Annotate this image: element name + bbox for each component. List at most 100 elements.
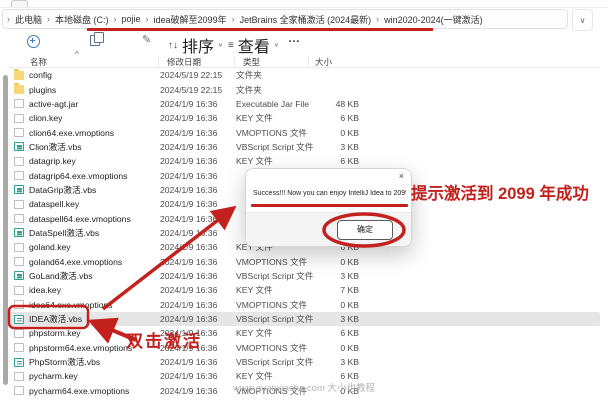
- file-explorer-window: › 此电脑 › 本地磁盘 (C:) › pojie › idea破解至2099年 › JetBra…: [0, 0, 608, 400]
- file-icon: [14, 157, 24, 166]
- file-row[interactable]: datagrip.key2024/1/9 16:36KEY 文件6 KB: [8, 154, 600, 168]
- file-row[interactable]: IDEA激活.vbs2024/1/9 16:36VBScript Script …: [8, 312, 600, 326]
- more-options-button[interactable]: …: [288, 31, 301, 45]
- file-icon: [14, 200, 24, 209]
- file-size: 0 KB: [313, 257, 361, 267]
- message-underline-annotation: [251, 204, 408, 207]
- file-icon: [14, 329, 24, 338]
- file-name: phpstorm.key: [29, 328, 160, 338]
- file-date: 2024/1/9 16:36: [160, 371, 236, 381]
- file-date: 2024/1/9 16:36: [160, 300, 236, 310]
- file-row[interactable]: active-agt.jar2024/1/9 16:36Executable J…: [8, 97, 600, 111]
- file-row[interactable]: PhpStorm激活.vbs2024/1/9 16:36VBScript Scr…: [8, 355, 600, 369]
- column-divider[interactable]: [158, 56, 159, 67]
- file-icon: [14, 286, 24, 295]
- file-date: 2024/1/9 16:36: [160, 113, 236, 123]
- file-row[interactable]: GoLand激活.vbs2024/1/9 16:36VBScript Scrip…: [8, 269, 600, 283]
- file-date: 2024/1/9 16:36: [160, 314, 236, 324]
- file-icon: [14, 99, 24, 108]
- file-row[interactable]: config2024/5/19 22:15文件夹: [8, 68, 600, 82]
- file-name: datagrip64.exe.vmoptions: [29, 171, 160, 181]
- file-name: idea.key: [29, 285, 160, 295]
- column-divider[interactable]: [308, 56, 309, 67]
- file-date: 2024/1/9 16:36: [160, 156, 236, 166]
- file-size: 6 KB: [313, 156, 361, 166]
- breadcrumb-item[interactable]: 本地磁盘 (C:): [55, 13, 109, 26]
- address-dropdown-icon: ∨: [580, 16, 586, 25]
- file-size: 6 KB: [313, 328, 361, 338]
- file-type: KEY 文件: [236, 284, 313, 296]
- address-dropdown-button[interactable]: ∨: [572, 9, 593, 31]
- view-button[interactable]: ≡ 查看 ∨: [228, 33, 279, 57]
- file-date: 2024/1/9 16:36: [160, 214, 236, 224]
- vbscript-file-icon: [14, 358, 24, 367]
- breadcrumb-separator-icon: ›: [7, 14, 10, 24]
- file-icon: [14, 372, 24, 381]
- file-icon: [14, 214, 24, 223]
- file-type: 文件夹: [236, 84, 313, 96]
- file-name: phpstorm64.exe.vmoptions: [29, 343, 160, 353]
- breadcrumb-item[interactable]: JetBrains 全家桶激活 (2024最新): [240, 13, 372, 26]
- vbscript-file-icon: [14, 185, 24, 194]
- file-row[interactable]: idea64.exe.vmoptions2024/1/9 16:36VMOPTI…: [8, 298, 600, 312]
- file-icon: [14, 114, 24, 123]
- dialog-message: Success!!! Now you can enjoy IntelliJ Id…: [253, 190, 406, 197]
- close-icon[interactable]: ×: [399, 171, 404, 181]
- breadcrumb-separator-icon: ›: [114, 14, 117, 24]
- ok-button[interactable]: 确定: [337, 220, 393, 240]
- file-size: 0 KB: [313, 300, 361, 310]
- file-row[interactable]: goland64.exe.vmoptions2024/1/9 16:36VMOP…: [8, 254, 600, 268]
- file-date: 2024/1/9 16:36: [160, 199, 236, 209]
- breadcrumb-item[interactable]: pojie: [122, 14, 141, 24]
- file-row[interactable]: plugins2024/5/19 22:15文件夹: [8, 82, 600, 96]
- file-name: dataspell.key: [29, 199, 160, 209]
- sort-button[interactable]: ↑↓ 排序 ∨: [168, 33, 223, 57]
- breadcrumb-item[interactable]: idea破解至2099年: [154, 13, 227, 26]
- file-size: 3 KB: [313, 271, 361, 281]
- column-divider[interactable]: [234, 56, 235, 67]
- address-bar[interactable]: › 此电脑 › 本地磁盘 (C:) › pojie › idea破解至2099年 › JetBra…: [2, 9, 568, 29]
- file-row[interactable]: phpstorm64.exe.vmoptions2024/1/9 16:36VM…: [8, 341, 600, 355]
- new-item-icon[interactable]: [27, 35, 40, 48]
- file-size: 3 KB: [313, 314, 361, 324]
- watermark: www.quanxiacha.com 大小也教程: [233, 380, 375, 394]
- file-type: VBScript Script 文件: [236, 313, 313, 325]
- file-date: 2024/1/9 16:36: [160, 185, 236, 195]
- file-date: 2024/1/9 16:36: [160, 257, 236, 267]
- copy-icon[interactable]: [90, 35, 100, 46]
- file-row[interactable]: idea.key2024/1/9 16:36KEY 文件7 KB: [8, 283, 600, 297]
- file-type: KEY 文件: [236, 155, 313, 167]
- file-type: KEY 文件: [236, 327, 313, 339]
- vbscript-file-icon: [14, 142, 24, 151]
- breadcrumb-separator-icon: ›: [47, 14, 50, 24]
- breadcrumb-separator-icon: ›: [232, 14, 235, 24]
- file-date: 2024/1/9 16:36: [160, 228, 236, 238]
- file-row[interactable]: clion64.exe.vmoptions2024/1/9 16:36VMOPT…: [8, 125, 600, 139]
- file-name: config: [29, 70, 160, 80]
- file-icon: [14, 257, 24, 266]
- file-name: PhpStorm激活.vbs: [29, 356, 160, 368]
- file-icon: [14, 243, 24, 252]
- file-size: 3 KB: [313, 357, 361, 367]
- file-type: VMOPTIONS 文件: [236, 127, 313, 139]
- folder-icon: [14, 85, 24, 94]
- breadcrumb-item[interactable]: 此电脑: [15, 13, 42, 26]
- breadcrumb-item[interactable]: win2020-2024(一键激活): [384, 13, 483, 26]
- tab-stub[interactable]: [11, 0, 28, 7]
- view-label: 查看: [238, 33, 270, 57]
- file-name: idea64.exe.vmoptions: [29, 300, 160, 310]
- file-date: 2024/5/19 22:15: [160, 85, 236, 95]
- sort-ascending-icon: ^: [75, 50, 79, 59]
- file-row[interactable]: clion.key2024/1/9 16:36KEY 文件6 KB: [8, 111, 600, 125]
- breadcrumb-separator-icon: ›: [376, 14, 379, 24]
- file-name: clion.key: [29, 113, 160, 123]
- file-date: 2024/5/19 22:15: [160, 70, 236, 80]
- dialog-footer: 确定: [246, 212, 411, 246]
- rename-icon[interactable]: ✎: [142, 33, 151, 46]
- file-row[interactable]: Clion激活.vbs2024/1/9 16:36VBScript Script…: [8, 140, 600, 154]
- file-name: IDEA激活.vbs: [29, 313, 160, 325]
- view-list-icon: ≡: [228, 40, 234, 51]
- file-date: 2024/1/9 16:36: [160, 386, 236, 396]
- file-date: 2024/1/9 16:36: [160, 285, 236, 295]
- file-row[interactable]: phpstorm.key2024/1/9 16:36KEY 文件6 KB: [8, 326, 600, 340]
